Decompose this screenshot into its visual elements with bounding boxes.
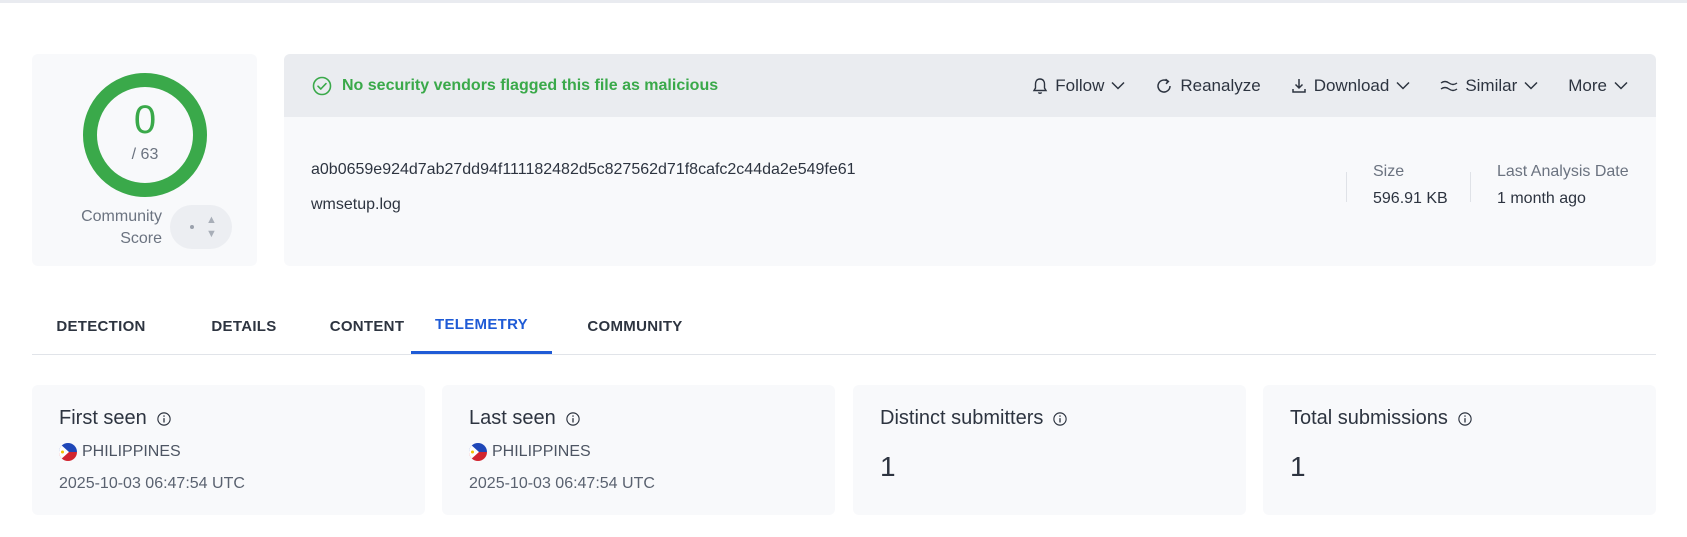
file-hash[interactable]: a0b0659e924d7ab27dd94f111182482d5c827562… bbox=[311, 161, 856, 179]
download-icon bbox=[1291, 79, 1306, 93]
philippines-flag-icon bbox=[59, 443, 77, 461]
file-summary-card: No security vendors flagged this file as… bbox=[284, 54, 1656, 266]
first-seen-card: First seen PHILIPPINES 2025-10-03 06:47:… bbox=[32, 385, 425, 515]
bell-icon bbox=[1033, 77, 1048, 94]
status-banner: No security vendors flagged this file as… bbox=[284, 54, 1656, 117]
refresh-icon bbox=[1157, 78, 1172, 93]
first-seen-country: PHILIPPINES bbox=[59, 443, 181, 461]
chevron-down-icon bbox=[1111, 81, 1125, 90]
distinct-submitters-card: Distinct submitters 1 bbox=[853, 385, 1246, 515]
distinct-submitters-value: 1 bbox=[880, 451, 896, 482]
file-name: wmsetup.log bbox=[311, 196, 401, 213]
similar-button[interactable]: Similar bbox=[1440, 76, 1538, 96]
first-seen-title: First seen bbox=[59, 407, 171, 430]
more-button[interactable]: More bbox=[1568, 76, 1628, 96]
info-icon[interactable] bbox=[1458, 411, 1472, 426]
chevron-down-icon bbox=[1524, 81, 1538, 90]
status-ok: No security vendors flagged this file as… bbox=[312, 54, 718, 117]
reanalyze-button[interactable]: Reanalyze bbox=[1155, 76, 1261, 96]
action-toolbar: Follow Reanalyze Download Similar More bbox=[1032, 54, 1628, 117]
vote-down-icon[interactable]: ▼ bbox=[206, 229, 217, 240]
info-icon[interactable] bbox=[566, 411, 580, 426]
status-text: No security vendors flagged this file as… bbox=[342, 76, 719, 94]
similar-icon bbox=[1440, 80, 1458, 91]
tab-content[interactable]: CONTENT bbox=[311, 298, 423, 354]
philippines-flag-icon bbox=[469, 443, 487, 461]
last-analysis-date: Last Analysis Date 1 month ago bbox=[1497, 163, 1629, 207]
detection-count: 0 bbox=[133, 98, 157, 142]
download-button[interactable]: Download bbox=[1291, 76, 1411, 96]
file-size: Size 596.91 KB bbox=[1373, 163, 1448, 207]
first-seen-timestamp: 2025-10-03 06:47:54 UTC bbox=[59, 475, 245, 492]
total-submissions-value: 1 bbox=[1290, 451, 1306, 482]
info-icon[interactable] bbox=[1053, 411, 1068, 426]
meta-divider bbox=[1470, 172, 1471, 202]
last-seen-timestamp: 2025-10-03 06:47:54 UTC bbox=[469, 475, 655, 492]
distinct-submitters-title: Distinct submitters bbox=[880, 407, 1068, 430]
vote-up-icon[interactable]: ▲ bbox=[206, 215, 217, 226]
community-vote-control[interactable]: ▲ ▼ bbox=[170, 205, 232, 249]
meta-divider bbox=[1346, 172, 1347, 202]
chevron-down-icon bbox=[1614, 81, 1628, 90]
chevron-down-icon bbox=[1396, 81, 1410, 90]
check-circle-icon bbox=[312, 76, 332, 95]
score-dot bbox=[190, 225, 194, 229]
tab-telemetry[interactable]: TELEMETRY bbox=[411, 298, 552, 354]
total-submissions-card: Total submissions 1 bbox=[1263, 385, 1656, 515]
info-icon[interactable] bbox=[157, 411, 171, 426]
tab-community[interactable]: COMMUNITY bbox=[565, 298, 705, 354]
tab-details[interactable]: DETAILS bbox=[194, 298, 294, 354]
community-score-label: Community Score bbox=[81, 208, 162, 247]
engine-total: / 63 bbox=[131, 146, 159, 163]
top-divider bbox=[0, 0, 1687, 3]
last-seen-card: Last seen PHILIPPINES 2025-10-03 06:47:5… bbox=[442, 385, 835, 515]
total-submissions-title: Total submissions bbox=[1290, 407, 1472, 430]
last-seen-title: Last seen bbox=[469, 407, 580, 430]
tab-bar: DETECTION DETAILS CONTENT TELEMETRY COMM… bbox=[32, 298, 1656, 355]
follow-button[interactable]: Follow bbox=[1032, 76, 1125, 96]
tab-detection[interactable]: DETECTION bbox=[32, 298, 170, 354]
last-seen-country: PHILIPPINES bbox=[469, 443, 591, 461]
